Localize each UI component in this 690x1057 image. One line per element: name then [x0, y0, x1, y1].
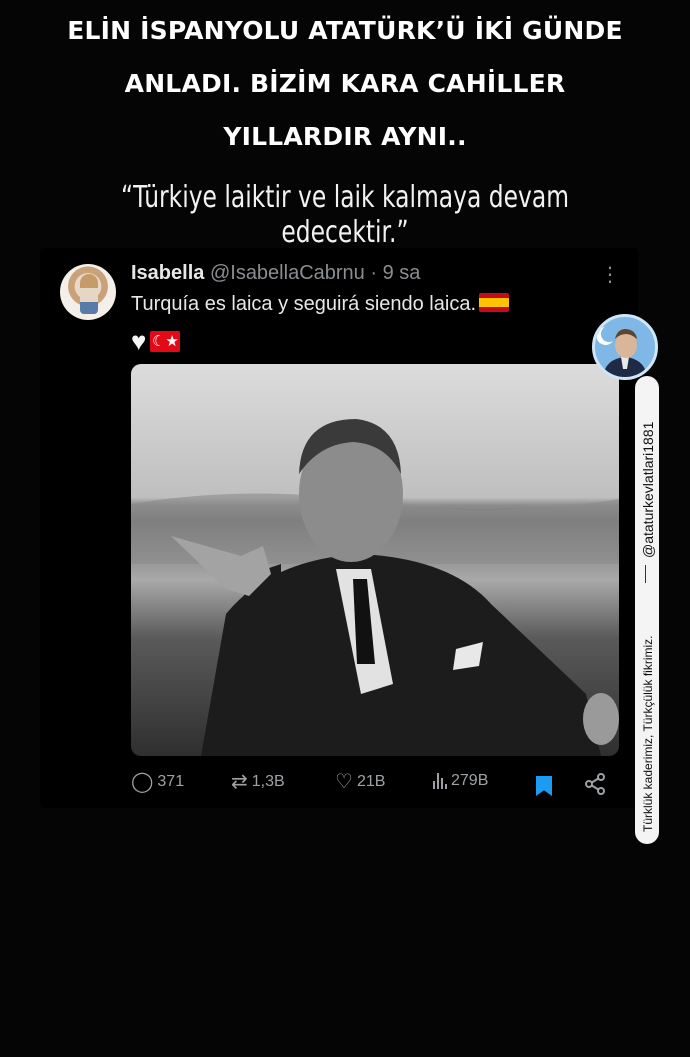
channel-avatar-portrait: [596, 327, 647, 377]
like-button[interactable]: ♡ 21B: [335, 772, 385, 792]
avatar-figure: [80, 274, 98, 314]
share-icon[interactable]: [583, 772, 607, 801]
views-count: 279B: [451, 772, 489, 789]
channel-avatar[interactable]: [592, 314, 658, 380]
author-handle[interactable]: @IsabellaCabrnu: [210, 262, 365, 284]
views-button[interactable]: 279B: [433, 772, 488, 790]
reply-icon: ◯: [131, 771, 154, 793]
retweet-icon: ⇄: [231, 771, 248, 793]
reply-count: 371: [157, 773, 185, 790]
more-icon[interactable]: ⋮: [600, 262, 620, 287]
watermark-handle: @ataturkevlatlari1881: [640, 421, 656, 558]
bookmark-icon[interactable]: [536, 776, 552, 796]
headline: ELİN İSPANYOLU ATATÜRK’Ü İKİ GÜNDE ANLAD…: [20, 4, 670, 163]
emoji-row: ♥ ☾★: [131, 326, 181, 356]
turkey-flag-emoji: ☾★: [150, 330, 181, 352]
retweet-button[interactable]: ⇄ 1,3B: [231, 772, 285, 792]
headline-line-3: YILLARDIR AYNI..: [223, 122, 467, 151]
tweet-actions: ◯ 371 ⇄ 1,3B ♡ 21B 279B: [131, 772, 611, 802]
watermark-slogan: Türklük kaderimiz, Türkçülük fikrimiz.: [641, 635, 655, 832]
tweet-author: Isabella @IsabellaCabrnu · 9 sa: [131, 262, 420, 285]
like-count: 21B: [356, 773, 386, 790]
tweet-time[interactable]: · 9 sa: [370, 262, 420, 284]
like-icon: ♡: [335, 771, 353, 793]
headline-line-2: ANLADI. BİZİM KARA CAHİLLER: [124, 69, 566, 98]
retweet-count: 1,3B: [251, 773, 285, 790]
author-name[interactable]: Isabella: [131, 262, 204, 284]
watermark-divider: [645, 565, 646, 583]
reply-button[interactable]: ◯ 371: [131, 772, 184, 792]
spain-flag-emoji: [479, 293, 509, 312]
photo-portrait: [131, 419, 619, 756]
author-avatar[interactable]: [60, 264, 116, 320]
views-icon: [433, 773, 447, 789]
tweet-text: Turquía es laica y seguirá siendo laica.: [131, 293, 509, 316]
quote-text: “Türkiye laiktir ve laik kalmaya devam e…: [120, 180, 570, 250]
white-heart-emoji: ♥: [131, 326, 147, 356]
tweet-text-body: Turquía es laica y seguirá siendo laica.: [131, 293, 476, 315]
headline-line-1: ELİN İSPANYOLU ATATÜRK’Ü İKİ GÜNDE: [67, 16, 623, 45]
tweet-photo[interactable]: [131, 364, 619, 756]
